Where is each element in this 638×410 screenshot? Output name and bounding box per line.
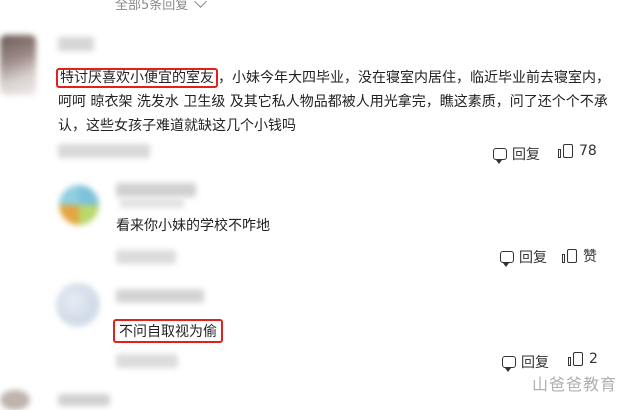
- reply-label: 回复: [519, 250, 547, 266]
- like-button[interactable]: 赞: [562, 246, 597, 266]
- watermark-text: 山爸爸教育: [532, 375, 618, 394]
- reply-username[interactable]: [116, 183, 196, 197]
- thumbs-up-icon: [558, 143, 574, 159]
- like-label: 赞: [583, 249, 597, 265]
- reply-username[interactable]: [116, 289, 204, 303]
- like-count: 2: [589, 351, 598, 367]
- highlighted-phrase: 特讨厌喜欢小便宜的室友: [56, 68, 218, 88]
- reply-button[interactable]: 回复: [500, 247, 547, 267]
- comment-bubble-icon: [493, 148, 507, 164]
- username[interactable]: [58, 394, 110, 406]
- avatar[interactable]: [0, 35, 36, 95]
- expand-replies-link[interactable]: 全部5条回复: [115, 0, 208, 13]
- reply-meta: [116, 354, 178, 368]
- reply-text: 看来你小妹的学校不咋地: [116, 218, 270, 234]
- thumbs-up-icon: [568, 351, 584, 367]
- reply-label: 回复: [521, 355, 549, 371]
- like-button[interactable]: 2: [568, 351, 598, 367]
- reply-meta: [116, 250, 176, 264]
- comment-bubble-icon: [500, 251, 514, 267]
- comment-bubble-icon: [502, 356, 516, 372]
- comment-meta: [58, 144, 150, 158]
- comment-body: 特讨厌喜欢小便宜的室友 ，小妹今年大四毕业，没在寝室内居住，临近毕业前去寝室内，呵…: [56, 66, 620, 138]
- username[interactable]: [58, 37, 94, 51]
- avatar[interactable]: [56, 283, 100, 327]
- thumbs-up-icon: [562, 248, 578, 264]
- reply-label: 回复: [512, 147, 540, 163]
- chevron-down-icon: [194, 0, 208, 8]
- like-count: 78: [579, 143, 597, 159]
- avatar[interactable]: [0, 390, 30, 410]
- reply-text-box: 不问自取视为偷: [113, 319, 223, 343]
- like-button[interactable]: 78: [558, 143, 597, 159]
- reply-text: 不问自取视为偷: [113, 319, 223, 343]
- expand-replies-label: 全部5条回复: [115, 0, 189, 13]
- avatar[interactable]: [59, 185, 99, 225]
- reply-user-tag: [120, 198, 184, 208]
- reply-button[interactable]: 回复: [502, 352, 549, 372]
- reply-button[interactable]: 回复: [493, 144, 540, 164]
